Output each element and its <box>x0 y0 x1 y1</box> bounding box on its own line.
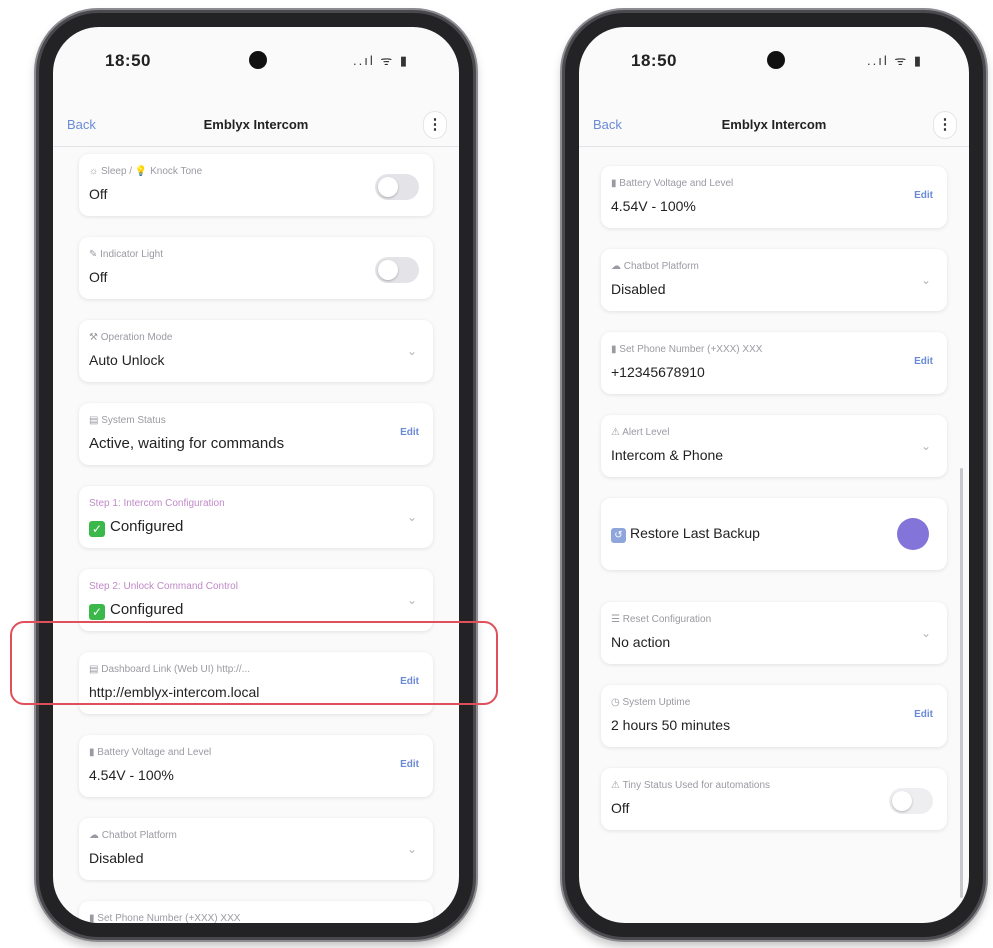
setting-label: ☁ Chatbot Platform <box>611 261 699 272</box>
left-screen: 18:50 ..ıl ᯤ ▮ Back Emblyx Intercom ⋮ ☼ … <box>53 27 459 923</box>
setting-value: Off <box>89 269 108 285</box>
setting-label: Step 2: Unlock Command Control <box>89 581 238 592</box>
scrollbar[interactable] <box>960 468 963 898</box>
toggle-switch[interactable] <box>375 257 419 283</box>
toggle-knob <box>378 260 398 280</box>
setting-value: +12345678910 <box>611 364 705 380</box>
setting-card-battery[interactable]: ▮ Battery Voltage and Level 4.54V - 100%… <box>601 166 947 228</box>
camera-hole <box>767 51 785 69</box>
chevron-down-icon: ⌄ <box>920 439 931 453</box>
chevron-down-icon: ⌄ <box>406 593 417 607</box>
settings-list: ▮ Battery Voltage and Level 4.54V - 100%… <box>579 148 969 923</box>
setting-label: ☰ Reset Configuration <box>611 614 712 625</box>
setting-label: ▮ Battery Voltage and Level <box>89 747 212 758</box>
clock: 18:50 <box>105 51 151 70</box>
setting-label: ⚠ Alert Level <box>611 427 670 438</box>
chevron-down-icon: ⌄ <box>920 626 931 640</box>
setting-value: Disabled <box>89 850 144 866</box>
setting-card-chatbot[interactable]: ☁ Chatbot Platform Disabled ⌄ <box>601 249 947 311</box>
setting-value: Active, waiting for commands <box>89 435 285 452</box>
setting-value: 2 hours 50 minutes <box>611 717 731 733</box>
setting-label: Step 1: Intercom Configuration <box>89 498 225 509</box>
setting-card-sleep[interactable]: ☼ Sleep / 💡 Knock Tone Off <box>79 154 433 216</box>
top-navigation-bar: Back Emblyx Intercom ⋮ <box>579 105 969 147</box>
setting-card-battery[interactable]: ▮ Battery Voltage and Level 4.54V - 100%… <box>79 735 433 797</box>
setting-label: ▮ Set Phone Number (+XXX) XXX <box>611 344 763 355</box>
toggle-knob <box>892 791 912 811</box>
check-icon: ✓ <box>89 521 105 537</box>
setting-card-system-uptime[interactable]: ◷ System Uptime 2 hours 50 minutes Edit <box>601 685 947 747</box>
page-title: Emblyx Intercom <box>203 117 309 132</box>
more-menu-button[interactable]: ⋮ <box>423 111 447 139</box>
setting-card-system-status[interactable]: ▤ System Status Active, waiting for comm… <box>79 403 433 465</box>
setting-card-phone-number[interactable]: ▮ Set Phone Number (+XXX) XXX +123456789… <box>601 332 947 394</box>
setting-card-step-1[interactable]: Step 1: Intercom Configuration ✓ Configur… <box>79 486 433 548</box>
setting-value: Off <box>611 800 630 816</box>
setting-value: 4.54V - 100% <box>89 767 174 783</box>
setting-card-reset-configuration[interactable]: ☰ Reset Configuration No action ⌄ <box>601 602 947 664</box>
setting-label: ▮ Set Phone Number (+XXX) XXX <box>89 913 241 923</box>
status-bar: 18:50 ..ıl ᯤ ▮ <box>53 27 459 91</box>
setting-card-chatbot[interactable]: ☁ Chatbot Platform Disabled ⌄ <box>79 818 433 880</box>
toggle-switch[interactable] <box>375 174 419 200</box>
page-title: Emblyx Intercom <box>721 117 827 132</box>
highlight-box <box>10 621 498 705</box>
setting-label: ◷ System Uptime <box>611 697 691 708</box>
settings-list: ☼ Sleep / 💡 Knock Tone Off ✎ Indicator L… <box>53 148 459 923</box>
setting-label: ☁ Chatbot Platform <box>89 830 177 841</box>
setting-label: ⚠ Tiny Status Used for automations <box>611 780 771 791</box>
setting-card-phone-number[interactable]: ▮ Set Phone Number (+XXX) XXX <box>79 901 433 923</box>
edit-button[interactable]: Edit <box>400 759 419 770</box>
setting-label: ▤ System Status <box>89 415 166 426</box>
setting-value: Auto Unlock <box>89 352 165 368</box>
setting-value: No action <box>611 634 671 650</box>
setting-label: ⚒ Operation Mode <box>89 332 173 343</box>
top-navigation-bar: Back Emblyx Intercom ⋮ <box>53 105 459 147</box>
toggle-knob <box>378 177 398 197</box>
camera-hole <box>249 51 267 69</box>
toggle-switch[interactable] <box>889 788 933 814</box>
setting-label: ✎ Indicator Light <box>89 249 163 260</box>
left-phone: 18:50 ..ıl ᯤ ▮ Back Emblyx Intercom ⋮ ☼ … <box>36 10 476 940</box>
setting-card-tiny-status[interactable]: ⚠ Tiny Status Used for automations Off <box>601 768 947 830</box>
chevron-down-icon: ⌄ <box>920 273 931 287</box>
more-menu-button[interactable]: ⋮ <box>933 111 957 139</box>
setting-label: ▮ Battery Voltage and Level <box>611 178 734 189</box>
restore-icon: ↺ <box>611 528 626 543</box>
setting-value-wrapper: ✓ Configured <box>89 601 183 620</box>
setting-card-indicator-light[interactable]: ✎ Indicator Light Off <box>79 237 433 299</box>
status-bar: 18:50 ..ıl ᯤ ▮ <box>579 27 969 91</box>
restore-label: Restore Last Backup <box>630 525 760 541</box>
setting-value: Configured <box>110 601 184 618</box>
setting-value: Configured <box>110 518 184 535</box>
chevron-down-icon: ⌄ <box>406 344 417 358</box>
setting-card-alert-level[interactable]: ⚠ Alert Level Intercom & Phone ⌄ <box>601 415 947 477</box>
setting-value: Off <box>89 186 108 202</box>
setting-value: ↺ Restore Last Backup <box>611 525 760 543</box>
setting-value: Intercom & Phone <box>611 447 724 463</box>
setting-value: Disabled <box>611 281 666 297</box>
restore-action-button[interactable] <box>897 518 929 550</box>
chevron-down-icon: ⌄ <box>406 842 417 856</box>
setting-label: ☼ Sleep / 💡 Knock Tone <box>89 166 203 177</box>
edit-button[interactable]: Edit <box>914 356 933 367</box>
status-icons: ..ıl ᯤ ▮ <box>867 53 923 68</box>
right-screen: 18:50 ..ıl ᯤ ▮ Back Emblyx Intercom ⋮ ▮ … <box>579 27 969 923</box>
chevron-down-icon: ⌄ <box>406 510 417 524</box>
setting-value: 4.54V - 100% <box>611 198 696 214</box>
edit-button[interactable]: Edit <box>914 190 933 201</box>
edit-button[interactable]: Edit <box>400 427 419 438</box>
setting-card-operation-mode[interactable]: ⚒ Operation Mode Auto Unlock ⌄ <box>79 320 433 382</box>
setting-value-wrapper: ✓ Configured <box>89 518 183 537</box>
setting-card-restore-backup[interactable]: ↺ Restore Last Backup <box>601 498 947 570</box>
clock: 18:50 <box>631 51 677 70</box>
edit-button[interactable]: Edit <box>914 709 933 720</box>
right-phone: 18:50 ..ıl ᯤ ▮ Back Emblyx Intercom ⋮ ▮ … <box>562 10 986 940</box>
status-icons: ..ıl ᯤ ▮ <box>353 53 409 68</box>
check-icon: ✓ <box>89 604 105 620</box>
